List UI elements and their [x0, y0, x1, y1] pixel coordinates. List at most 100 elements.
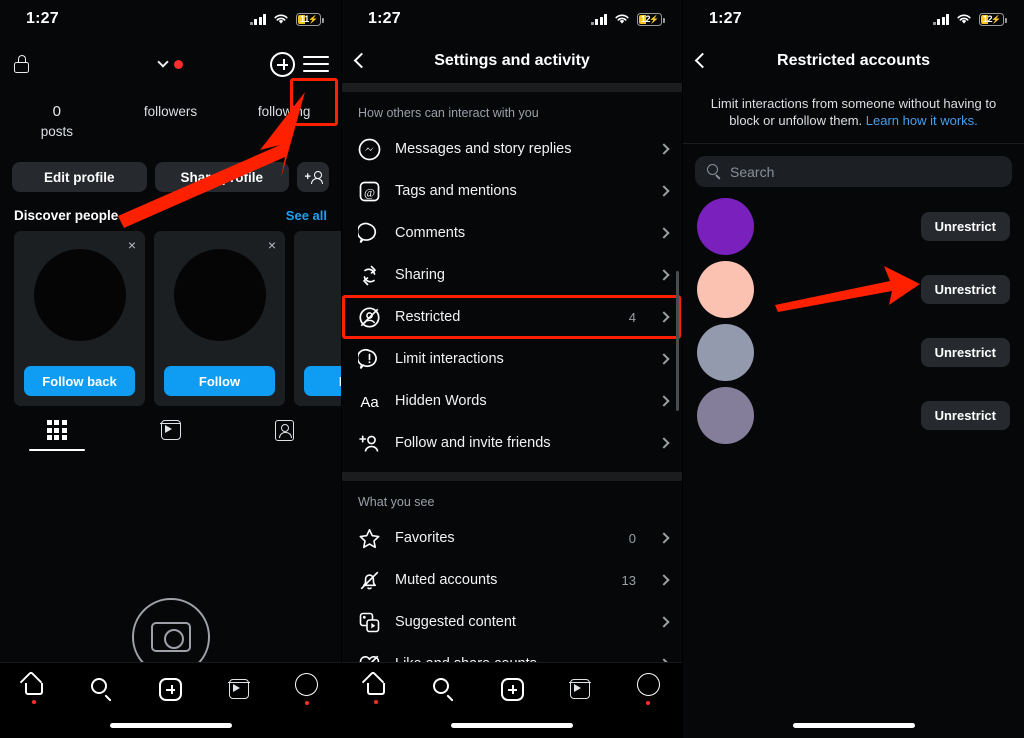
tab-grid[interactable]	[0, 420, 114, 457]
create-icon	[159, 677, 182, 701]
edit-profile-button[interactable]: Edit profile	[12, 162, 147, 192]
restricted-account-row[interactable]: Unrestrict	[683, 321, 1024, 384]
unrestrict-button[interactable]: Unrestrict	[920, 212, 1010, 241]
settings-row-follow-invite[interactable]: Follow and invite friends	[342, 422, 682, 464]
nav-badge-dot	[304, 701, 309, 705]
chevron-right-icon	[658, 227, 670, 239]
cellular-bars-icon	[932, 13, 949, 25]
nav-reels[interactable]	[546, 679, 614, 699]
nav-home[interactable]	[342, 670, 410, 704]
messenger-icon	[358, 138, 381, 161]
unrestrict-button[interactable]: Unrestrict	[920, 275, 1010, 304]
stat-posts[interactable]: 0 posts	[0, 102, 114, 142]
discover-card[interactable]: × Follow	[154, 231, 285, 406]
restricted-accounts-list: Unrestrict Unrestrict Unrestrict Unrestr…	[683, 195, 1024, 447]
nav-create[interactable]	[478, 677, 546, 701]
avatar	[697, 261, 754, 318]
status-bar-right: 1:27 12 ⚡	[683, 0, 1024, 38]
settings-row-sharing[interactable]: Sharing	[342, 254, 682, 296]
restricted-accounts-screen: 1:27 12 ⚡ Restricted accounts Limit inte…	[683, 0, 1024, 738]
search-placeholder: Search	[730, 163, 775, 180]
restricted-nav-header: Restricted accounts	[683, 38, 1024, 83]
settings-row-muted-accounts[interactable]: Muted accounts 13	[342, 559, 682, 601]
tab-reels[interactable]	[114, 420, 228, 457]
nav-search[interactable]	[410, 678, 478, 702]
follow-button[interactable]: Follow	[304, 366, 341, 396]
profile-avatar-icon	[636, 673, 660, 696]
share-profile-button[interactable]: Share profile	[154, 162, 289, 192]
follow-button[interactable]: Follow back	[24, 366, 135, 396]
discover-people-carousel[interactable]: × Follow back × Follow Follow	[0, 231, 341, 406]
settings-row-comments[interactable]: Comments	[342, 212, 682, 254]
settings-nav-header: Settings and activity	[342, 38, 682, 83]
grid-icon	[46, 420, 67, 440]
discover-card[interactable]: Follow	[294, 231, 341, 406]
settings-row-like-share-counts[interactable]: Like and share counts	[342, 643, 682, 662]
stat-following[interactable]: following	[227, 102, 341, 142]
chevron-right-icon	[658, 532, 670, 544]
settings-row-restricted[interactable]: Restricted 4	[342, 295, 682, 339]
home-indicator	[109, 723, 232, 728]
profile-tabs	[0, 420, 341, 457]
settings-row-favorites[interactable]: Favorites 0	[342, 517, 682, 559]
chevron-left-icon[interactable]	[353, 52, 370, 69]
profile-action-buttons: Edit profile Share profile +	[0, 142, 341, 192]
nav-profile[interactable]	[614, 673, 682, 705]
settings-row-label: Favorites	[395, 530, 455, 546]
chevron-right-icon	[658, 437, 670, 449]
close-icon[interactable]: ×	[268, 238, 276, 252]
settings-row-label: Muted accounts	[395, 572, 498, 588]
nav-profile[interactable]	[273, 673, 341, 705]
settings-row-label: Messages and story replies	[395, 141, 572, 157]
chevron-down-icon	[156, 56, 169, 68]
nav-badge-dot	[32, 700, 37, 704]
comment-icon	[358, 222, 381, 245]
discover-card[interactable]: × Follow back	[14, 231, 145, 406]
search-input[interactable]: Search	[695, 156, 1012, 187]
page-title: Settings and activity	[434, 51, 590, 69]
wifi-icon	[957, 14, 971, 24]
sharing-icon	[358, 264, 381, 287]
chevron-left-icon[interactable]	[694, 52, 711, 69]
scrollbar-thumb[interactable]	[676, 271, 679, 411]
add-person-button[interactable]: +	[297, 162, 329, 192]
profile-stats: 0 posts followers following	[0, 90, 341, 142]
nav-reels[interactable]	[205, 679, 273, 699]
status-bar-indicators: 12 ⚡	[590, 12, 665, 26]
charging-bolt-icon: ⚡	[649, 14, 660, 24]
settings-row-label: Restricted	[395, 309, 461, 325]
settings-list[interactable]: How others can interact with you Message…	[342, 83, 682, 662]
account-switcher[interactable]	[156, 56, 183, 69]
following-label: following	[257, 104, 311, 119]
settings-row-tags[interactable]: @ Tags and mentions	[342, 170, 682, 212]
see-all-link[interactable]: See all	[286, 208, 327, 223]
stat-followers[interactable]: followers	[114, 102, 228, 142]
settings-row-messages[interactable]: Messages and story replies	[342, 128, 682, 170]
limit-icon	[358, 348, 381, 371]
settings-row-suggested-content[interactable]: Suggested content	[342, 601, 682, 643]
plus-circle-icon[interactable]	[270, 51, 295, 77]
battery-icon: 12 ⚡	[637, 12, 665, 26]
settings-row-hidden-words[interactable]: Aa Hidden Words	[342, 380, 682, 422]
tab-tagged[interactable]	[227, 420, 341, 457]
instagram-profile-screen: 1:27 11 ⚡ 0 posts followers following Ed…	[0, 0, 341, 738]
hamburger-menu-icon[interactable]	[303, 54, 329, 74]
nav-create[interactable]	[136, 677, 204, 701]
restricted-account-row[interactable]: Unrestrict	[683, 258, 1024, 321]
unrestrict-button[interactable]: Unrestrict	[920, 338, 1010, 367]
learn-how-it-works-link[interactable]: Learn how it works.	[866, 113, 978, 128]
follow-button[interactable]: Follow	[164, 366, 275, 396]
followers-label: followers	[143, 104, 198, 119]
nav-home[interactable]	[0, 670, 68, 704]
settings-row-limit-interactions[interactable]: Limit interactions	[342, 338, 682, 380]
restricted-account-row[interactable]: Unrestrict	[683, 384, 1024, 447]
restricted-account-row[interactable]: Unrestrict	[683, 195, 1024, 258]
status-bar-time: 1:27	[26, 10, 59, 27]
nav-search[interactable]	[68, 678, 136, 702]
charging-bolt-icon: ⚡	[991, 14, 1002, 24]
avatar	[697, 387, 754, 444]
close-icon[interactable]: ×	[128, 238, 136, 252]
unrestrict-button[interactable]: Unrestrict	[920, 401, 1010, 430]
hidden-words-icon: Aa	[358, 390, 381, 413]
lock-icon	[14, 55, 29, 73]
